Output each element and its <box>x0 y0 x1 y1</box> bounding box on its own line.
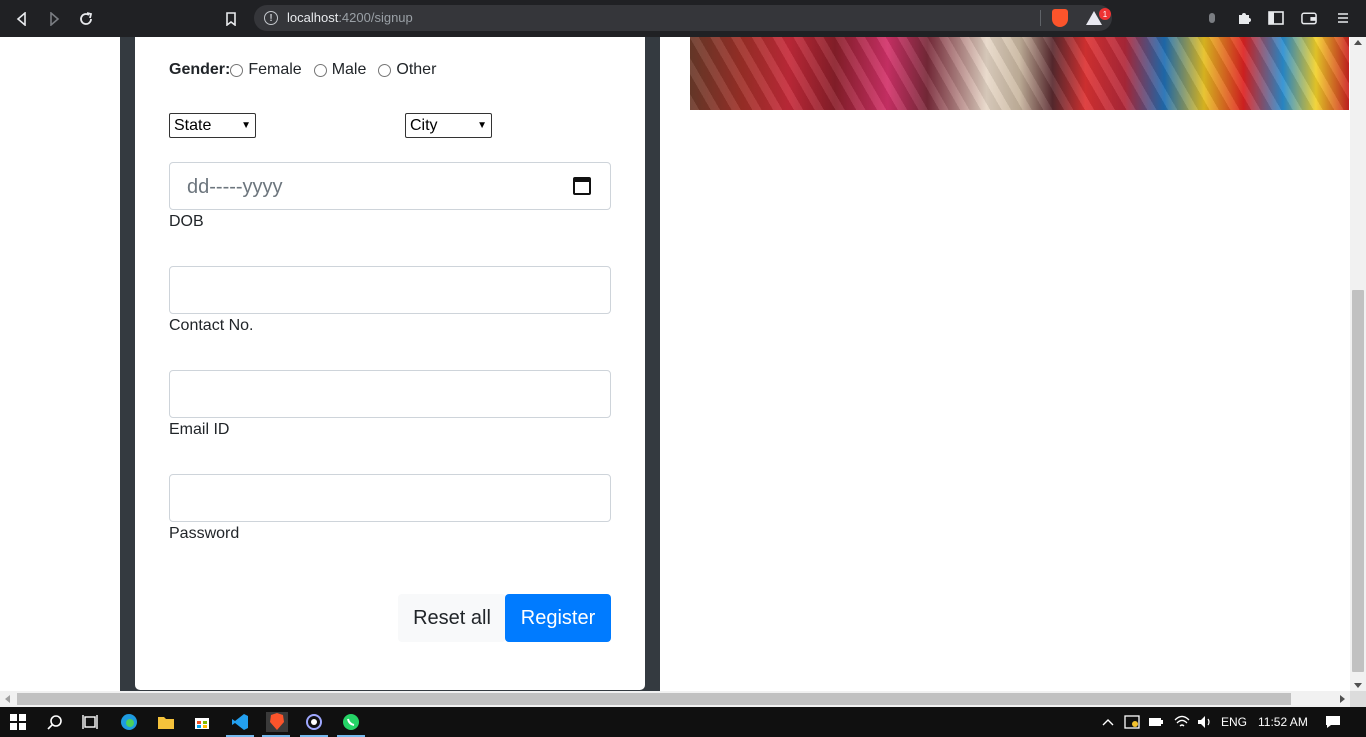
register-button[interactable]: Register <box>505 594 611 642</box>
chevron-down-icon: ▼ <box>477 120 487 131</box>
radio-male-circle[interactable] <box>313 63 327 77</box>
url-separator <box>1040 10 1041 26</box>
site-info-icon[interactable]: ! <box>264 11 278 25</box>
url-path: :4200/signup <box>338 10 413 25</box>
hero-photo <box>690 37 1349 110</box>
contact-input[interactable] <box>169 266 611 314</box>
extension-icon[interactable] <box>1204 10 1220 26</box>
scroll-up-icon[interactable] <box>1354 40 1362 45</box>
settings-app-icon[interactable] <box>300 712 328 737</box>
volume-icon[interactable] <box>1195 712 1215 732</box>
scroll-down-icon[interactable] <box>1354 683 1362 688</box>
url-host: localhost <box>287 10 339 25</box>
radio-male[interactable]: Male <box>313 61 367 79</box>
radio-other-circle[interactable] <box>378 63 392 77</box>
puzzle-icon[interactable] <box>1236 10 1252 26</box>
horizontal-scroll-thumb[interactable] <box>17 693 1291 705</box>
back-icon[interactable] <box>11 8 33 30</box>
battery-icon[interactable] <box>1146 712 1166 732</box>
forward-icon[interactable] <box>43 8 65 30</box>
radio-female-label: Female <box>248 61 302 78</box>
dob-placeholder: dd-----yyyy <box>187 176 283 198</box>
radio-female-circle[interactable] <box>230 63 244 77</box>
bookmark-icon[interactable] <box>220 8 242 30</box>
url-text: localhost:4200/signup <box>287 10 413 25</box>
radio-other-label: Other <box>396 61 437 78</box>
gender-group: Gender: Female Male Other <box>169 61 448 79</box>
city-select-value: City <box>410 116 438 134</box>
edge-icon[interactable] <box>119 712 139 732</box>
page-content: Gender: Female Male Other State ▼ City ▼… <box>0 37 1350 691</box>
wallet-icon[interactable] <box>1301 10 1317 26</box>
dob-input[interactable]: dd-----yyyy <box>169 162 611 210</box>
wifi-icon[interactable] <box>1172 712 1192 732</box>
email-input[interactable] <box>169 370 611 418</box>
contact-label: Contact No. <box>169 317 254 334</box>
whatsapp-icon[interactable] <box>337 712 365 737</box>
windows-taskbar: ENG 11:52 AM <box>0 707 1366 737</box>
language-indicator[interactable]: ENG <box>1221 715 1247 729</box>
calendar-icon[interactable] <box>573 177 591 195</box>
password-label: Password <box>169 525 240 542</box>
scrollbar-corner <box>1350 691 1366 707</box>
vertical-scroll-thumb[interactable] <box>1352 290 1364 672</box>
store-icon[interactable] <box>192 712 212 732</box>
dob-label: DOB <box>169 213 204 230</box>
horizontal-scrollbar[interactable] <box>0 691 1350 707</box>
brave-browser-icon[interactable] <box>262 712 290 737</box>
city-select[interactable]: City ▼ <box>405 113 492 138</box>
email-label: Email ID <box>169 421 230 438</box>
vertical-scrollbar[interactable] <box>1350 37 1366 691</box>
radio-other[interactable]: Other <box>378 61 436 79</box>
reload-icon[interactable] <box>75 8 97 30</box>
address-bar[interactable]: ! localhost:4200/signup 1 <box>254 5 1112 31</box>
radio-male-label: Male <box>331 61 367 78</box>
state-select[interactable]: State ▼ <box>169 113 256 138</box>
sidebar-icon[interactable] <box>1268 10 1284 26</box>
task-view-icon[interactable] <box>80 712 100 732</box>
gender-label: Gender: <box>169 61 231 78</box>
brave-shields-icon[interactable] <box>1052 9 1068 27</box>
scroll-left-icon[interactable] <box>5 695 10 703</box>
reset-button[interactable]: Reset all <box>398 594 506 642</box>
scroll-right-icon[interactable] <box>1340 695 1345 703</box>
chevron-up-icon[interactable] <box>1098 712 1118 732</box>
state-select-value: State <box>174 116 212 134</box>
notification-icon[interactable] <box>1323 712 1343 732</box>
password-input[interactable] <box>169 474 611 522</box>
radio-female[interactable]: Female <box>230 61 302 79</box>
security-icon[interactable] <box>1122 712 1142 732</box>
search-icon[interactable] <box>45 712 65 732</box>
photo-texture <box>690 37 1349 110</box>
clock[interactable]: 11:52 AM <box>1258 715 1308 729</box>
windows-start-icon[interactable] <box>8 712 28 732</box>
rewards-badge: 1 <box>1099 8 1111 20</box>
vscode-icon[interactable] <box>226 712 254 737</box>
chevron-down-icon: ▼ <box>241 120 251 131</box>
menu-icon[interactable] <box>1335 10 1351 26</box>
browser-toolbar: ! localhost:4200/signup 1 <box>0 0 1366 37</box>
file-explorer-icon[interactable] <box>156 712 176 732</box>
